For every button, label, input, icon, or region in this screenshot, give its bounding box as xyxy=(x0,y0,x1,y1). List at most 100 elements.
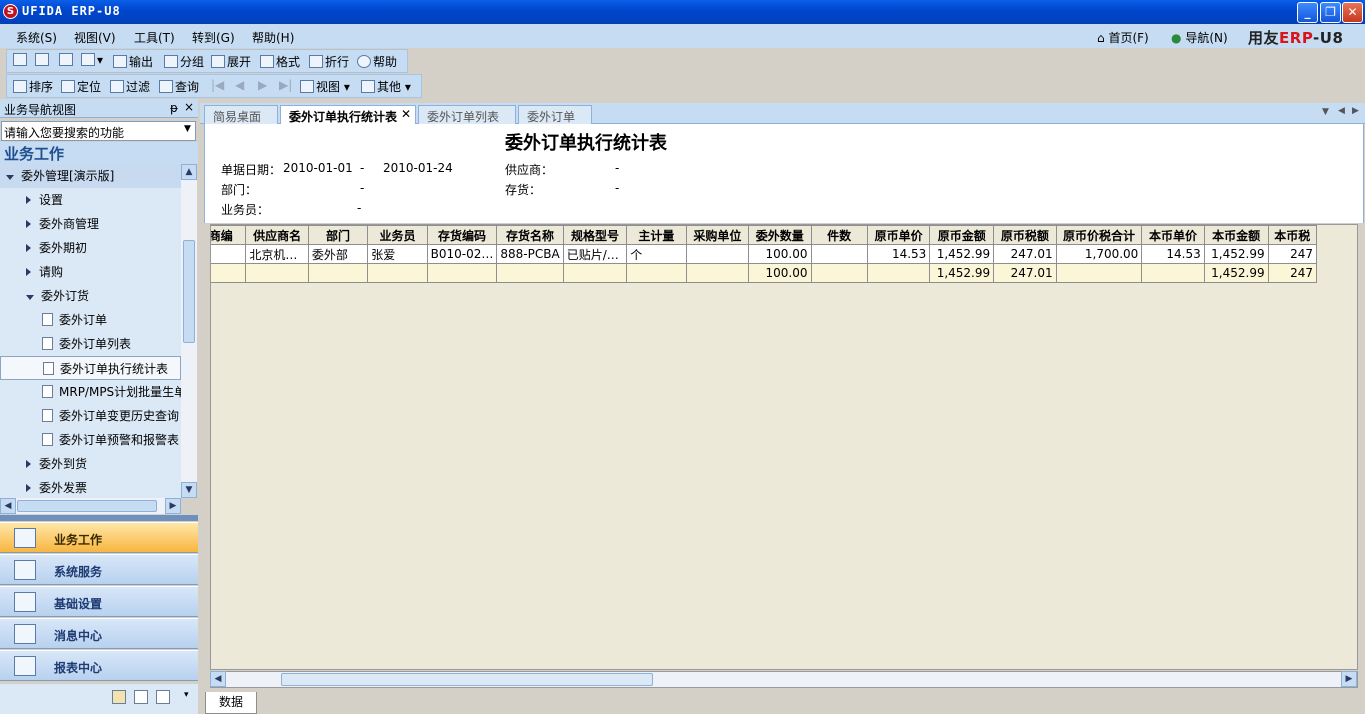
column-header[interactable]: 件数 xyxy=(810,225,868,245)
nav-close-icon[interactable]: × xyxy=(184,100,194,114)
table-cell[interactable] xyxy=(685,263,750,283)
output-button[interactable]: 输出 xyxy=(113,53,153,70)
table-cell[interactable]: 北京机… xyxy=(245,244,309,264)
column-header[interactable]: 本币单价 xyxy=(1141,225,1205,245)
table-cell[interactable] xyxy=(367,263,428,283)
save-as-button[interactable]: ▾ xyxy=(81,53,103,67)
table-cell[interactable]: 14.53 xyxy=(1141,244,1205,264)
menu-view[interactable]: 视图(V) xyxy=(74,29,116,46)
tab-data[interactable]: 数据 xyxy=(205,692,257,714)
column-header[interactable]: 本币税 xyxy=(1267,225,1318,245)
nav-vertical-scrollbar[interactable]: ▲ ▼ xyxy=(181,164,197,498)
table-cell[interactable]: 247.01 xyxy=(993,244,1057,264)
table-cell[interactable]: 247 xyxy=(1267,244,1318,264)
column-header[interactable]: 供应商名 xyxy=(245,225,309,245)
sort-button[interactable]: 排序 xyxy=(13,78,53,95)
tree-item[interactable]: 委外订单 xyxy=(0,308,181,332)
scroll-down-icon[interactable]: ▼ xyxy=(181,482,197,498)
tree-item[interactable]: 委外订单预警和报警表 xyxy=(0,428,181,452)
tree-item[interactable]: 委外商管理 xyxy=(0,212,181,236)
nav-button-system[interactable]: 系统服务 xyxy=(0,554,198,585)
prev-page-icon[interactable]: ◀ xyxy=(235,78,244,92)
tab-stats-report[interactable]: 委外订单执行统计表 ✕ xyxy=(280,105,416,125)
table-cell[interactable] xyxy=(810,263,868,283)
tree-item[interactable]: 委外管理[演示版] xyxy=(0,164,181,188)
column-header[interactable]: 规格型号 xyxy=(562,225,628,245)
view-button[interactable]: 视图 ▾ xyxy=(300,78,350,95)
table-cell[interactable]: 1,452.99 xyxy=(1203,263,1269,283)
table-row[interactable]: 01北京机…委外部张爱B010-02…888-PCBA已贴片/…个 100.00 1… xyxy=(211,244,1318,264)
column-header[interactable]: 委外数量 xyxy=(748,225,812,245)
table-cell[interactable] xyxy=(211,263,247,283)
chevron-right-icon[interactable] xyxy=(26,460,31,468)
format-button[interactable]: 格式 xyxy=(260,53,300,70)
tool-icon[interactable] xyxy=(112,690,126,704)
query-button[interactable]: 查询 xyxy=(159,78,199,95)
table-cell[interactable]: 委外部 xyxy=(307,244,369,264)
save-button[interactable] xyxy=(59,53,75,67)
menu-help[interactable]: 帮助(H) xyxy=(252,29,294,46)
tree-item[interactable]: 请购 xyxy=(0,260,181,284)
footer-dropdown-icon[interactable]: ▾ xyxy=(184,690,189,700)
table-cell[interactable]: 247 xyxy=(1267,263,1318,283)
table-cell[interactable]: 1,700.00 xyxy=(1055,244,1143,264)
tree-item[interactable]: 委外订单变更历史查询 xyxy=(0,404,181,428)
column-header[interactable]: 原币单价 xyxy=(866,225,931,245)
table-cell[interactable] xyxy=(426,263,498,283)
tab-next-icon[interactable]: ▶ xyxy=(1352,106,1359,116)
column-header[interactable]: 存货名称 xyxy=(496,225,564,245)
table-cell[interactable] xyxy=(685,244,750,264)
scroll-left-icon[interactable]: ◀ xyxy=(0,498,16,514)
table-cell[interactable]: 已贴片/… xyxy=(562,244,628,264)
grid-scroll-left-icon[interactable]: ◀ xyxy=(210,671,226,687)
table-cell[interactable] xyxy=(307,263,369,283)
nav-button-business[interactable]: 业务工作 xyxy=(0,522,198,553)
group-button[interactable]: 分组 xyxy=(164,53,204,70)
table-cell[interactable]: 100.00 xyxy=(748,263,812,283)
nav-button-basic-settings[interactable]: 基础设置 xyxy=(0,586,198,617)
table-cell[interactable] xyxy=(562,263,628,283)
table-cell[interactable]: 14.53 xyxy=(866,244,931,264)
nav-button-message[interactable]: 消息中心 xyxy=(0,618,198,649)
dropdown-arrow-icon[interactable]: ▼ xyxy=(184,124,191,134)
column-header[interactable]: 原币税额 xyxy=(993,225,1057,245)
filter-button[interactable]: 过滤 xyxy=(110,78,150,95)
column-header[interactable]: 原币价税合计 xyxy=(1055,225,1143,245)
column-header[interactable]: 采购单位 xyxy=(685,225,750,245)
nav-search-input[interactable]: 请输入您要搜索的功能 ▼ xyxy=(1,121,196,141)
tab-prev-icon[interactable]: ◀ xyxy=(1338,106,1345,116)
wrap-button[interactable]: 折行 xyxy=(309,53,349,70)
print-button[interactable] xyxy=(13,53,29,67)
column-header[interactable]: 业务员 xyxy=(367,225,428,245)
last-page-icon[interactable]: ▶| xyxy=(279,78,292,92)
table-cell[interactable] xyxy=(245,263,309,283)
table-cell[interactable] xyxy=(810,244,868,264)
scroll-right-icon[interactable]: ▶ xyxy=(165,498,181,514)
home-link[interactable]: ⌂ 首页(F) xyxy=(1097,29,1149,46)
tree-item[interactable]: 委外到货 xyxy=(0,452,181,476)
first-page-icon[interactable]: |◀ xyxy=(211,78,224,92)
grid-horizontal-scrollbar[interactable]: ◀ ▶ xyxy=(210,671,1358,688)
expand-button[interactable]: 展开 xyxy=(211,53,251,70)
tab-order-list[interactable]: 委外订单列表 xyxy=(418,105,516,125)
tree-item[interactable]: 委外订单列表 xyxy=(0,332,181,356)
table-icon[interactable] xyxy=(134,690,148,704)
table-cell[interactable] xyxy=(496,263,564,283)
table-cell[interactable]: 1,452.99 xyxy=(1203,244,1269,264)
table-cell[interactable] xyxy=(1141,263,1205,283)
column-header[interactable]: 存货编码 xyxy=(426,225,498,245)
tree-item[interactable]: 委外订单执行统计表 xyxy=(0,356,181,380)
table-cell[interactable]: 888-PCBA xyxy=(496,244,564,264)
pin-icon[interactable]: ᵽ xyxy=(170,101,178,115)
menu-goto[interactable]: 转到(G) xyxy=(192,29,235,46)
tree-item[interactable]: 委外订货 xyxy=(0,284,181,308)
preview-button[interactable] xyxy=(35,53,51,67)
table-cell[interactable]: 个 xyxy=(626,244,687,264)
tree-item[interactable]: 设置 xyxy=(0,188,181,212)
chevron-right-icon[interactable] xyxy=(26,484,31,492)
chevron-right-icon[interactable] xyxy=(26,220,31,228)
minimize-button[interactable]: _ xyxy=(1297,2,1318,23)
grid-scroll-right-icon[interactable]: ▶ xyxy=(1341,671,1357,687)
table-cell[interactable]: B010-02… xyxy=(426,244,498,264)
tab-desktop[interactable]: 简易桌面 xyxy=(204,105,278,125)
